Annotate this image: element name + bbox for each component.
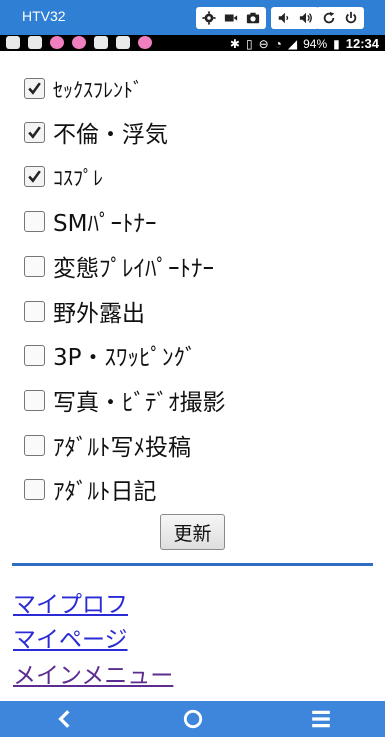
checkbox-row-3p-swapping[interactable]: 3P・ｽﾜｯﾋﾟﾝｸﾞ: [24, 341, 197, 371]
checkbox[interactable]: [24, 478, 45, 500]
my-profile-link[interactable]: マイプロフ: [13, 585, 128, 619]
emulator-title-bar: HTV32: [0, 0, 385, 35]
checkbox[interactable]: [24, 434, 45, 456]
checkbox-label: ｱﾀﾞﾙﾄ日記: [53, 479, 157, 505]
video-camera-icon[interactable]: [221, 9, 241, 27]
app-notification-icon: [72, 36, 86, 49]
android-status-bar: ✱ ▯ ⊖ ◔ ◢ 94% ▮ 12:34: [0, 35, 385, 51]
checkbox-label: ｱﾀﾞﾙﾄ写ﾒ投稿: [53, 435, 191, 461]
checkbox-row-adult-photo-post[interactable]: ｱﾀﾞﾙﾄ写ﾒ投稿: [24, 431, 191, 461]
checkbox-row-outdoor[interactable]: 野外露出: [24, 297, 145, 327]
checkbox[interactable]: [24, 255, 45, 277]
my-page-link[interactable]: マイページ: [13, 620, 128, 654]
checkbox-row-sm-partner[interactable]: SMﾊﾟｰﾄﾅｰ: [24, 207, 157, 237]
rotate-icon[interactable]: [319, 9, 339, 27]
checkbox-label: 野外露出: [53, 301, 145, 327]
volume-up-icon[interactable]: [296, 9, 316, 27]
checkbox-row-sex-friend[interactable]: ｾｯｸｽﾌﾚﾝﾄﾞ: [24, 74, 143, 102]
emulator-title: HTV32: [22, 8, 66, 24]
checkbox[interactable]: [24, 77, 45, 99]
checkbox-label: 写真・ﾋﾞﾃﾞｵ撮影: [53, 390, 226, 416]
checkbox[interactable]: [24, 300, 45, 322]
checkbox-label: 変態ﾌﾟﾚｲﾊﾟｰﾄﾅｰ: [53, 256, 214, 282]
checkbox-label: ｺｽﾌﾟﾚ: [53, 165, 103, 190]
emulator-volume-controls: [271, 7, 319, 29]
power-icon[interactable]: [341, 9, 361, 27]
battery-percentage: 94%: [303, 36, 328, 51]
notification-icon: [6, 36, 20, 49]
checkbox-row-affair[interactable]: 不倫・浮気: [24, 118, 168, 148]
checkbox-row-kink-partner[interactable]: 変態ﾌﾟﾚｲﾊﾟｰﾄﾅｰ: [24, 252, 214, 282]
mail-icon: [94, 36, 108, 49]
signal-icon: ◢: [287, 36, 298, 51]
app-notification-icon: [50, 36, 64, 49]
bluetooth-icon: ✱: [229, 36, 240, 51]
menu-icon[interactable]: [308, 707, 334, 731]
update-button[interactable]: 更新: [160, 514, 225, 550]
checkbox[interactable]: [24, 165, 45, 187]
checkbox[interactable]: [24, 344, 45, 366]
gear-icon[interactable]: [199, 9, 219, 27]
checkbox[interactable]: [24, 121, 45, 143]
volume-down-icon[interactable]: [274, 9, 294, 27]
checkbox-label: 不倫・浮気: [53, 122, 168, 148]
app-screen: HTV32 ✱ ▯ ⊖ ◔ ◢ 94% ▮ 12:34 ｾｯｸｽﾌﾚﾝﾄﾞ 不倫…: [0, 0, 385, 737]
checkbox-label: ｾｯｸｽﾌﾚﾝﾄﾞ: [53, 77, 143, 102]
checkbox-row-photo-video[interactable]: 写真・ﾋﾞﾃﾞｵ撮影: [24, 386, 226, 416]
checkbox-row-cosplay[interactable]: ｺｽﾌﾟﾚ: [24, 162, 103, 190]
checkbox[interactable]: [24, 210, 45, 232]
calendar-icon: [116, 36, 130, 49]
status-clock: 12:34: [345, 36, 379, 51]
camera-icon[interactable]: [243, 9, 263, 27]
page-content: ｾｯｸｽﾌﾚﾝﾄﾞ 不倫・浮気 ｺｽﾌﾟﾚ SMﾊﾟｰﾄﾅｰ 変態ﾌﾟﾚｲﾊﾟｰ…: [0, 51, 385, 701]
checkbox-label: SMﾊﾟｰﾄﾅｰ: [53, 211, 157, 237]
checkbox-row-adult-diary[interactable]: ｱﾀﾞﾙﾄ日記: [24, 475, 157, 505]
do-not-disturb-icon: ⊖: [258, 36, 269, 51]
wifi-icon: ◔: [274, 36, 282, 51]
home-icon[interactable]: [180, 707, 206, 731]
vibrate-icon: ▯: [245, 36, 253, 51]
emulator-system-controls: [316, 7, 364, 29]
section-divider: [12, 563, 373, 566]
checkbox-label: 3P・ｽﾜｯﾋﾟﾝｸﾞ: [53, 345, 197, 371]
battery-icon: ▮: [333, 36, 340, 51]
emulator-media-controls: [196, 7, 266, 29]
app-notification-icon: [138, 36, 152, 49]
status-indicators: ✱ ▯ ⊖ ◔ ◢ 94% ▮ 12:34: [230, 36, 379, 51]
main-menu-link[interactable]: メインメニュー: [13, 656, 173, 690]
notification-icons: [6, 36, 152, 49]
back-icon[interactable]: [52, 707, 78, 731]
navigation-bar: [0, 701, 385, 737]
checkbox[interactable]: [24, 389, 45, 411]
shield-icon: [28, 36, 42, 49]
